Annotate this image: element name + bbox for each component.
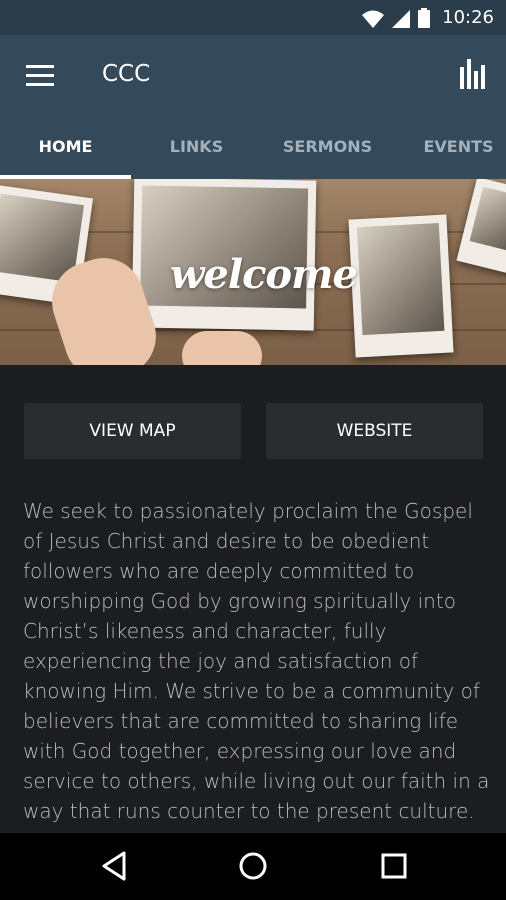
tab-home[interactable]: HOME <box>0 115 131 179</box>
photo-father-baby <box>348 214 454 358</box>
hand-image-2 <box>182 331 262 365</box>
back-icon[interactable] <box>98 849 132 883</box>
content-scroll[interactable]: We seek to passionately proclaim the Gos… <box>0 496 506 832</box>
wifi-icon <box>362 10 384 28</box>
chart-bars-icon[interactable] <box>458 59 488 89</box>
battery-icon <box>418 8 430 28</box>
website-button[interactable]: WEBSITE <box>266 403 483 459</box>
app-title: CCC <box>102 61 151 87</box>
status-icons <box>362 8 430 28</box>
menu-icon[interactable] <box>26 65 54 87</box>
navigation-bar <box>0 833 506 900</box>
view-map-button[interactable]: VIEW MAP <box>24 403 241 459</box>
tab-links[interactable]: LINKS <box>131 115 262 179</box>
status-time: 10:26 <box>442 7 494 28</box>
signal-icon <box>392 10 410 28</box>
tab-bar: HOME LINKS SERMONS EVENTS <box>0 115 506 179</box>
photo-family <box>456 179 506 275</box>
app-bar: CCC <box>0 35 506 115</box>
tab-sermons[interactable]: SERMONS <box>262 115 393 179</box>
description-text: We seek to passionately proclaim the Gos… <box>23 499 490 823</box>
recents-icon[interactable] <box>377 849 411 883</box>
home-icon[interactable] <box>236 849 270 883</box>
welcome-banner: welcome <box>0 179 506 365</box>
tab-events[interactable]: EVENTS <box>393 115 506 179</box>
welcome-text: welcome <box>170 251 358 298</box>
status-bar: 10:26 <box>0 0 506 35</box>
